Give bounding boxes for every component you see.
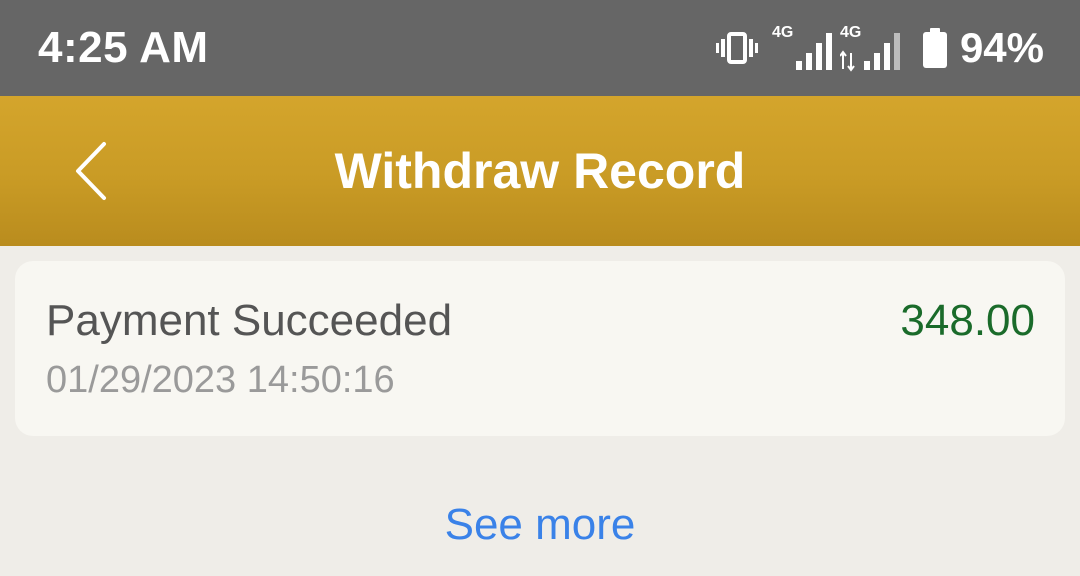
- vibrate-icon: [715, 32, 758, 64]
- status-time: 4:25 AM: [38, 23, 209, 72]
- withdraw-record-item[interactable]: Payment Succeeded 01/29/2023 14:50:16 34…: [15, 261, 1065, 436]
- record-status: Payment Succeeded: [46, 296, 453, 345]
- signal-icon: 4G: [839, 24, 900, 72]
- app-bar: Withdraw Record: [0, 96, 1080, 246]
- page-title: Withdraw Record: [334, 143, 746, 199]
- status-icons: 4G 4G 94%: [715, 18, 1044, 78]
- signal-icon: 4G: [772, 24, 832, 70]
- see-more-link[interactable]: See more: [0, 498, 1080, 552]
- record-datetime: 01/29/2023 14:50:16: [46, 359, 395, 401]
- battery-icon: [922, 28, 947, 68]
- network-label-1: 4G: [772, 24, 793, 41]
- battery-percentage: 94%: [959, 24, 1044, 71]
- status-bar: 4:25 AM 4G 4G 94%: [0, 0, 1080, 96]
- record-amount: 348.00: [900, 296, 1035, 345]
- network-label-2: 4G: [840, 24, 861, 41]
